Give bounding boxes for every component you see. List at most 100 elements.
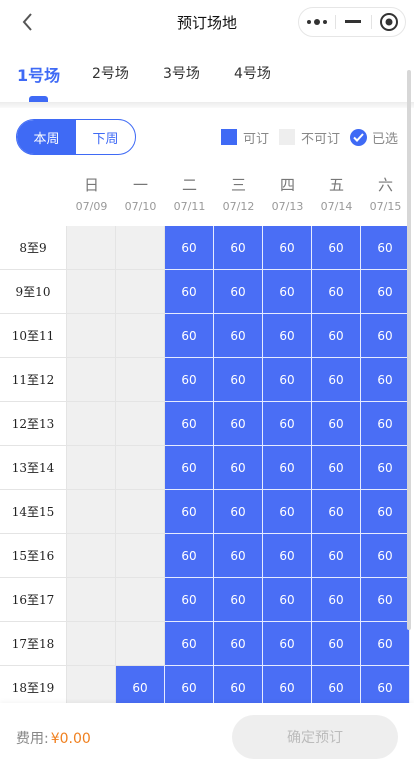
slot-cell-available[interactable]: 60 xyxy=(361,270,410,314)
slot-cell-unavailable xyxy=(116,358,165,402)
slot-cell-available[interactable]: 60 xyxy=(312,226,361,270)
time-slot-row: 9至10 60 60 60 60 60 xyxy=(0,270,410,314)
fee-amount: ¥0.00 xyxy=(50,731,91,747)
slot-cell-unavailable xyxy=(67,270,116,314)
date-label: 07/13 xyxy=(271,200,304,213)
slot-cell-available[interactable]: 60 xyxy=(312,402,361,446)
slot-cell-unavailable xyxy=(67,314,116,358)
slot-cell-available[interactable]: 60 xyxy=(214,402,263,446)
slot-cell-available[interactable]: 60 xyxy=(312,270,361,314)
slot-cell-available[interactable]: 60 xyxy=(263,402,312,446)
more-dots-icon[interactable] xyxy=(299,8,335,36)
slot-cell-available[interactable]: 60 xyxy=(214,226,263,270)
slot-cell-available[interactable]: 60 xyxy=(165,270,214,314)
time-slot-row: 13至14 60 60 60 60 60 xyxy=(0,446,410,490)
day-column-header: 五 07/14 xyxy=(312,174,361,213)
slot-cell-unavailable xyxy=(116,402,165,446)
slot-cell-available[interactable]: 60 xyxy=(361,358,410,402)
tab-court-4[interactable]: 4号场 xyxy=(234,63,271,83)
scrollbar[interactable] xyxy=(407,70,411,630)
slot-cell-available[interactable]: 60 xyxy=(165,534,214,578)
slot-cell-available[interactable]: 60 xyxy=(165,358,214,402)
slot-cell-available[interactable]: 60 xyxy=(214,358,263,402)
slot-cell-available[interactable]: 60 xyxy=(312,490,361,534)
slot-cell-available[interactable]: 60 xyxy=(263,270,312,314)
slot-cell-available[interactable]: 60 xyxy=(361,490,410,534)
slot-cell-available[interactable]: 60 xyxy=(214,446,263,490)
fee-label: 费用: xyxy=(16,731,49,747)
time-slot-row: 15至16 60 60 60 60 60 xyxy=(0,534,410,578)
tabs-divider xyxy=(0,102,414,108)
time-slot-row: 8至9 60 60 60 60 60 xyxy=(0,226,410,270)
weekday-label: 六 xyxy=(377,176,393,194)
slot-cell-available[interactable]: 60 xyxy=(361,622,410,666)
tab-court-1[interactable]: 1号场 xyxy=(17,62,60,86)
slot-cell-available[interactable]: 60 xyxy=(214,490,263,534)
legend-available: 可订 xyxy=(221,128,270,147)
time-slot-label: 15至16 xyxy=(0,534,67,578)
time-slot-label: 16至17 xyxy=(0,578,67,622)
slot-cell-available[interactable]: 60 xyxy=(312,578,361,622)
slot-cell-available[interactable]: 60 xyxy=(312,534,361,578)
next-week-button[interactable]: 下周 xyxy=(76,120,135,154)
slot-cell-available[interactable]: 60 xyxy=(312,622,361,666)
slot-cell-available[interactable]: 60 xyxy=(165,226,214,270)
slot-cell-available[interactable]: 60 xyxy=(361,446,410,490)
time-slot-label: 14至15 xyxy=(0,490,67,534)
slot-cell-available[interactable]: 60 xyxy=(312,358,361,402)
weekday-label: 四 xyxy=(279,176,295,194)
slot-cell-available[interactable]: 60 xyxy=(263,490,312,534)
week-toggle: 本周 下周 xyxy=(16,119,136,155)
slot-cell-available[interactable]: 60 xyxy=(165,446,214,490)
slot-cell-unavailable xyxy=(67,534,116,578)
tab-court-2[interactable]: 2号场 xyxy=(92,63,129,83)
date-label: 07/09 xyxy=(75,200,108,213)
slot-cell-available[interactable]: 60 xyxy=(165,314,214,358)
slot-cell-available[interactable]: 60 xyxy=(312,314,361,358)
slot-cell-available[interactable]: 60 xyxy=(165,490,214,534)
slot-cell-available[interactable]: 60 xyxy=(312,446,361,490)
slot-cell-available[interactable]: 60 xyxy=(263,534,312,578)
slot-cell-unavailable xyxy=(67,622,116,666)
slot-cell-available[interactable]: 60 xyxy=(165,402,214,446)
slot-cell-available[interactable]: 60 xyxy=(263,226,312,270)
legend-available-label: 可订 xyxy=(243,131,270,147)
slot-cell-available[interactable]: 60 xyxy=(361,402,410,446)
slot-cell-available[interactable]: 60 xyxy=(214,270,263,314)
slot-cell-available[interactable]: 60 xyxy=(361,314,410,358)
slot-cell-available[interactable]: 60 xyxy=(214,534,263,578)
date-label: 07/11 xyxy=(173,200,206,213)
slot-cell-available[interactable]: 60 xyxy=(263,578,312,622)
legend-selected-label: 已选 xyxy=(372,131,399,147)
close-target-icon[interactable] xyxy=(371,8,407,36)
slot-cell-available[interactable]: 60 xyxy=(263,622,312,666)
unavailable-swatch xyxy=(279,129,295,145)
slot-cell-available[interactable]: 60 xyxy=(263,358,312,402)
slot-cell-available[interactable]: 60 xyxy=(361,534,410,578)
date-label: 07/14 xyxy=(320,200,353,213)
slot-cell-available[interactable]: 60 xyxy=(214,622,263,666)
slot-cell-unavailable xyxy=(67,490,116,534)
slot-cell-unavailable xyxy=(67,358,116,402)
slot-cell-available[interactable]: 60 xyxy=(165,622,214,666)
minimize-icon[interactable] xyxy=(335,8,371,36)
slot-cell-unavailable xyxy=(116,578,165,622)
slot-cell-available[interactable]: 60 xyxy=(361,578,410,622)
time-slot-label: 9至10 xyxy=(0,270,67,314)
court-tabs: 1号场 2号场 3号场 4号场 xyxy=(0,52,414,102)
tab-court-3[interactable]: 3号场 xyxy=(163,63,200,83)
day-column-header: 日 07/09 xyxy=(67,174,116,213)
slot-cell-available[interactable]: 60 xyxy=(214,314,263,358)
slot-cell-unavailable xyxy=(116,226,165,270)
slot-cell-available[interactable]: 60 xyxy=(263,446,312,490)
confirm-booking-button[interactable]: 确定预订 xyxy=(232,715,398,759)
slot-cell-available[interactable]: 60 xyxy=(361,226,410,270)
slot-cell-available[interactable]: 60 xyxy=(165,578,214,622)
day-column-header: 六 07/15 xyxy=(361,174,410,213)
fee-summary: 费用: ¥0.00 xyxy=(16,728,91,748)
slot-cell-available[interactable]: 60 xyxy=(263,314,312,358)
time-slot-row: 17至18 60 60 60 60 60 xyxy=(0,622,410,666)
this-week-button[interactable]: 本周 xyxy=(17,120,76,154)
slot-cell-available[interactable]: 60 xyxy=(214,578,263,622)
time-slot-row: 12至13 60 60 60 60 60 xyxy=(0,402,410,446)
